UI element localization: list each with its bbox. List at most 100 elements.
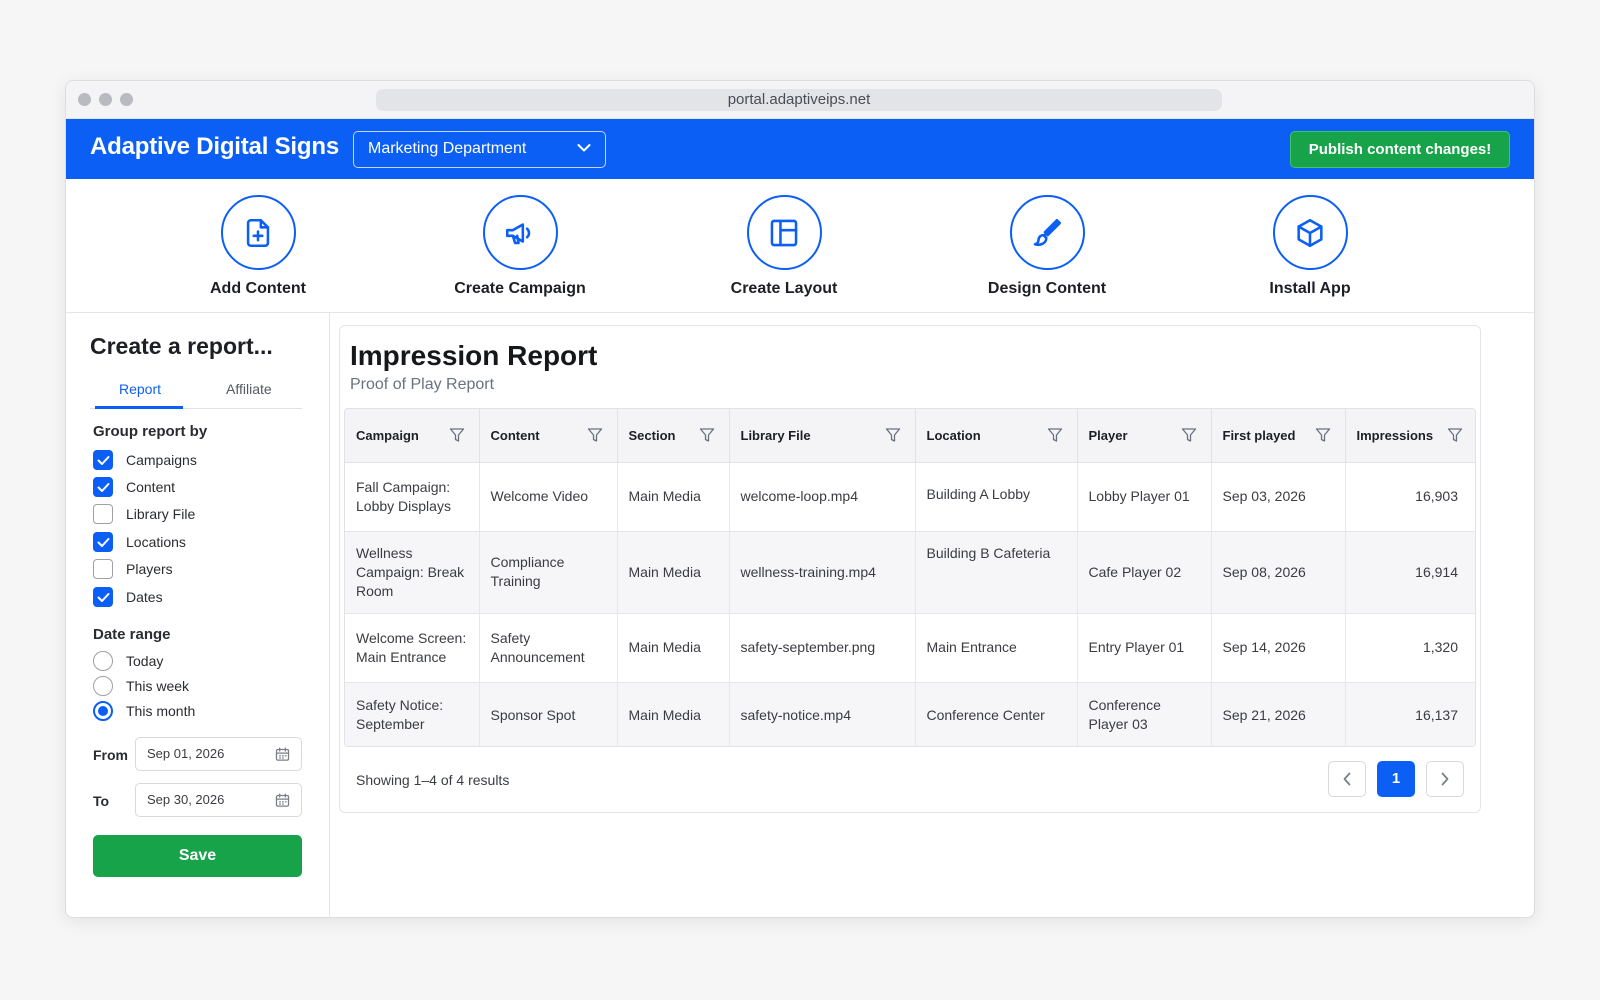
from-date-value: Sep 01, 2026 — [147, 746, 225, 761]
checkbox-library-file[interactable]: Library File — [93, 503, 195, 525]
create-campaign-action[interactable]: Create Campaign — [430, 195, 610, 298]
column-header-impressions[interactable]: Impressions — [1345, 409, 1475, 463]
report-sidebar: Create a report... Report Affiliate Grou… — [66, 313, 330, 917]
cell-library-file: welcome-loop.mp4 — [729, 462, 916, 532]
checkbox-locations[interactable]: Locations — [93, 531, 186, 553]
checkbox-content[interactable]: Content — [93, 476, 175, 498]
chevron-right-icon — [1441, 772, 1449, 786]
report-subtitle: Proof of Play Report — [350, 376, 495, 393]
column-header-section[interactable]: Section — [617, 409, 730, 463]
design-content-icon-circle — [1009, 195, 1085, 270]
checkbox-campaigns[interactable]: Campaigns — [93, 449, 197, 471]
cell-impressions: 16,914 — [1345, 531, 1475, 614]
create-layout-icon-circle — [746, 195, 822, 270]
filter-icon[interactable] — [1315, 427, 1331, 443]
column-header-campaign[interactable]: Campaign — [345, 409, 480, 463]
chevron-left-icon — [1343, 772, 1351, 786]
checkbox-checked-icon[interactable] — [93, 532, 113, 552]
cell-impressions: 1,320 — [1345, 613, 1475, 683]
column-header-label: Section — [628, 427, 676, 443]
cell-player: Entry Player 01 — [1077, 613, 1212, 683]
cell-location: Building B Cafeteria — [915, 531, 1078, 614]
impression-table: Campaign Content Section Library File Lo… — [344, 408, 1476, 747]
column-header-label: Location — [926, 427, 981, 443]
sidebar-title: Create a report... — [90, 333, 273, 359]
cell-player: Cafe Player 02 — [1077, 531, 1212, 614]
cell-section: Main Media — [617, 613, 730, 683]
create-layout-label: Create Layout — [730, 280, 838, 297]
table-row[interactable]: Fall Campaign: Lobby Displays Welcome Vi… — [345, 462, 1475, 532]
to-date-input[interactable]: Sep 30, 2026 — [135, 783, 302, 817]
calendar-icon[interactable] — [274, 792, 291, 809]
department-select-value: Marketing Department — [368, 140, 527, 157]
cell-player: Conference Player 03 — [1077, 682, 1212, 746]
department-select[interactable]: Marketing Department — [353, 131, 606, 168]
next-page-button[interactable] — [1426, 761, 1464, 797]
tab-report[interactable]: Report — [119, 381, 161, 397]
table-row[interactable]: Safety Notice: September Sponsor Spot Ma… — [345, 682, 1475, 746]
cell-section: Main Media — [617, 462, 730, 532]
column-header-library-file[interactable]: Library File — [729, 409, 916, 463]
design-content-action[interactable]: Design Content — [957, 195, 1137, 298]
add-content-action[interactable]: Add Content — [168, 195, 348, 298]
window-controls — [78, 93, 133, 106]
install-app-action[interactable]: Install App — [1220, 195, 1400, 298]
previous-page-button[interactable] — [1328, 761, 1366, 797]
window-minimize-dot[interactable] — [99, 93, 112, 106]
column-header-location[interactable]: Location — [915, 409, 1078, 463]
checkbox-checked-icon[interactable] — [93, 477, 113, 497]
radio-label: Today — [126, 653, 164, 669]
cell-content: Safety Announcement — [479, 613, 618, 683]
filter-icon[interactable] — [1047, 427, 1063, 443]
cell-campaign: Safety Notice: September — [345, 682, 480, 746]
group-by-heading: Group report by — [93, 423, 208, 440]
radio-button-selected[interactable] — [93, 701, 113, 721]
filter-icon[interactable] — [1447, 427, 1463, 443]
cell-content: Sponsor Spot — [479, 682, 618, 746]
filter-icon[interactable] — [699, 427, 715, 443]
tab-affiliate[interactable]: Affiliate — [226, 381, 272, 397]
cell-library-file: safety-notice.mp4 — [729, 682, 916, 746]
table-row[interactable]: Welcome Screen: Main Entrance Safety Ann… — [345, 613, 1475, 683]
layout-icon — [770, 219, 798, 246]
create-layout-action[interactable]: Create Layout — [694, 195, 874, 298]
checkbox-checked-icon[interactable] — [93, 587, 113, 607]
radio-button[interactable] — [93, 676, 113, 696]
column-header-content[interactable]: Content — [479, 409, 618, 463]
report-title: Impression Report — [350, 340, 598, 371]
from-label: From — [93, 747, 128, 763]
filter-icon[interactable] — [885, 427, 901, 443]
window-close-dot[interactable] — [78, 93, 91, 106]
filter-icon[interactable] — [449, 427, 465, 443]
table-row[interactable]: Wellness Campaign: Break Room Compliance… — [345, 531, 1475, 614]
checkbox-label: Locations — [126, 534, 186, 550]
checkbox-label: Dates — [126, 589, 163, 605]
filter-icon[interactable] — [1181, 427, 1197, 443]
calendar-icon[interactable] — [274, 746, 291, 763]
window-maximize-dot[interactable] — [120, 93, 133, 106]
column-header-first-played[interactable]: First played — [1211, 409, 1346, 463]
add-content-icon-circle — [220, 195, 296, 270]
radio-this-month[interactable]: This month — [93, 700, 195, 722]
radio-button[interactable] — [93, 651, 113, 671]
save-button[interactable]: Save — [93, 835, 302, 877]
checkbox-players[interactable]: Players — [93, 558, 173, 580]
cell-first-played: Sep 21, 2026 — [1211, 682, 1346, 746]
url-bar[interactable]: portal.adaptiveips.net — [376, 89, 1222, 111]
checkbox-checked-icon[interactable] — [93, 450, 113, 470]
design-content-label: Design Content — [987, 280, 1107, 297]
radio-this-week[interactable]: This week — [93, 675, 189, 697]
publish-button[interactable]: Publish content changes! — [1290, 131, 1510, 168]
radio-today[interactable]: Today — [93, 650, 163, 672]
cell-first-played: Sep 14, 2026 — [1211, 613, 1346, 683]
column-header-player[interactable]: Player — [1077, 409, 1212, 463]
checkbox-unchecked-icon[interactable] — [93, 559, 113, 579]
from-date-input[interactable]: Sep 01, 2026 — [135, 737, 302, 771]
column-header-label: Campaign — [356, 427, 419, 443]
checkbox-label: Content — [126, 479, 176, 495]
filter-icon[interactable] — [587, 427, 603, 443]
checkbox-unchecked-icon[interactable] — [93, 504, 113, 524]
current-page-button[interactable]: 1 — [1377, 761, 1415, 797]
cell-content: Welcome Video — [479, 462, 618, 532]
checkbox-dates[interactable]: Dates — [93, 586, 163, 608]
